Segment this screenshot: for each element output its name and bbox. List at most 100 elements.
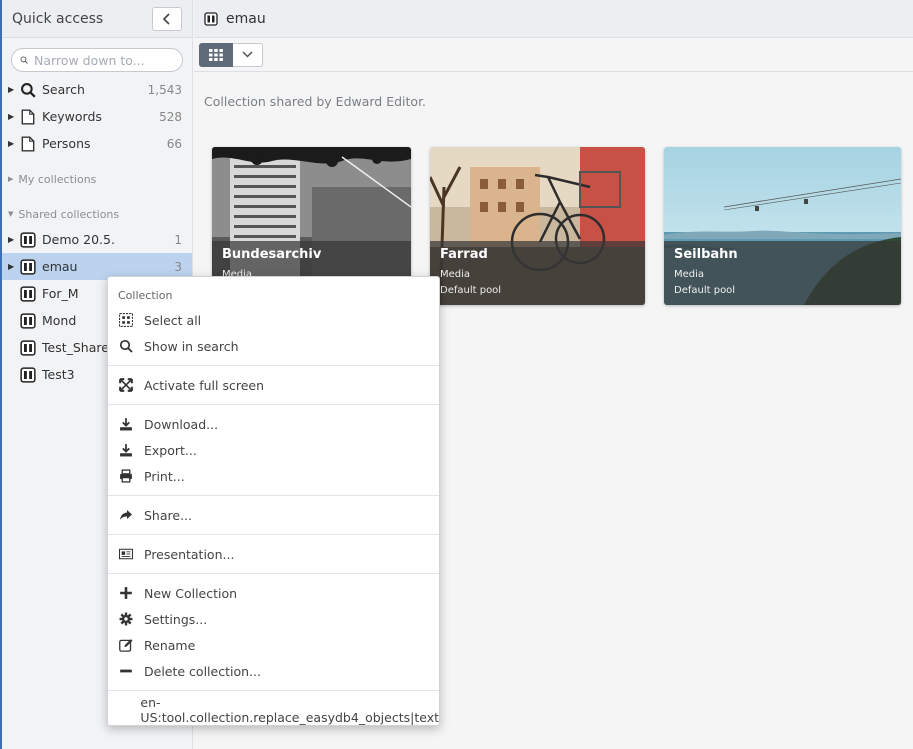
collection-icon bbox=[20, 285, 36, 302]
select-all-icon bbox=[119, 313, 133, 327]
section-label: My collections bbox=[18, 172, 97, 186]
collection-icon bbox=[20, 312, 36, 329]
minus-icon bbox=[120, 669, 132, 673]
menu-item-label: Share... bbox=[144, 507, 192, 523]
document-icon bbox=[21, 108, 35, 125]
card-pool: Default pool bbox=[674, 285, 736, 296]
card-title: Bundesarchiv bbox=[222, 247, 322, 262]
main-header: emau bbox=[194, 0, 913, 38]
menu-item-label: New Collection bbox=[144, 585, 238, 601]
sidebar-title: Quick access bbox=[12, 10, 104, 27]
collection-icon bbox=[20, 258, 36, 275]
print-icon bbox=[120, 469, 132, 483]
menu-item-label: Activate full screen bbox=[144, 377, 264, 393]
menu-item-rename[interactable]: Rename bbox=[108, 634, 439, 656]
collection-title: emau bbox=[226, 10, 266, 27]
card-title: Seilbahn bbox=[674, 247, 738, 262]
card-subtitle: Media bbox=[674, 269, 705, 280]
menu-item-full-screen[interactable]: Activate full screen bbox=[108, 374, 439, 396]
expand-triangle-icon[interactable]: ▶ bbox=[8, 85, 16, 94]
menu-item-label: Download... bbox=[144, 416, 219, 432]
menu-item-label: Show in search bbox=[144, 338, 239, 354]
collection-context-menu: Collection Select all Show in search Act… bbox=[107, 276, 440, 726]
sidebar-item-search[interactable]: ▶ Search 1,543 bbox=[2, 76, 192, 103]
section-label: Shared collections bbox=[18, 207, 120, 221]
collection-icon bbox=[20, 339, 36, 356]
sidebar-collection-demo[interactable]: ▶ Demo 20.5. 1 bbox=[2, 226, 192, 253]
menu-item-label: Export... bbox=[144, 442, 197, 458]
sidebar-item-label: emau bbox=[42, 259, 78, 274]
collection-icon bbox=[20, 231, 36, 248]
sidebar-item-count: 1,543 bbox=[147, 82, 182, 97]
sidebar-item-label: Demo 20.5. bbox=[42, 232, 115, 247]
plus-icon bbox=[120, 587, 132, 599]
sidebar-item-count: 3 bbox=[174, 259, 182, 274]
sidebar-item-keywords[interactable]: ▶ Keywords 528 bbox=[2, 103, 192, 130]
document-icon bbox=[21, 135, 35, 152]
menu-item-print[interactable]: Print... bbox=[108, 465, 439, 487]
menu-item-label: Delete collection... bbox=[144, 663, 261, 679]
sidebar-item-count: 1 bbox=[174, 232, 182, 247]
menu-separator bbox=[108, 404, 439, 405]
expand-triangle-icon[interactable]: ▶ bbox=[8, 262, 16, 271]
grid-icon bbox=[209, 48, 223, 61]
sidebar-header: Quick access bbox=[2, 0, 192, 38]
menu-separator bbox=[108, 690, 439, 691]
menu-item-label: Presentation... bbox=[144, 546, 235, 562]
asset-card-farrad[interactable]: Farrad Media Default pool bbox=[430, 147, 645, 305]
asset-card-seilbahn[interactable]: Seilbahn Media Default pool bbox=[664, 147, 901, 305]
chevron-left-icon bbox=[162, 12, 170, 25]
menu-item-label: Print... bbox=[144, 468, 185, 484]
sidebar-item-persons[interactable]: ▶ Persons 66 bbox=[2, 130, 192, 157]
expand-triangle-icon[interactable]: ▶ bbox=[8, 112, 16, 121]
menu-item-download[interactable]: Download... bbox=[108, 413, 439, 435]
export-icon bbox=[120, 444, 132, 457]
search-icon bbox=[119, 339, 133, 353]
chevron-down-icon bbox=[242, 51, 253, 58]
menu-item-label: en-US:tool.collection.replace_easydb4_ob… bbox=[140, 695, 439, 725]
menu-header: Collection bbox=[118, 289, 173, 302]
menu-item-share[interactable]: Share... bbox=[108, 504, 439, 526]
card-pool: Default pool bbox=[440, 285, 502, 296]
expand-triangle-icon[interactable]: ▶ bbox=[8, 139, 16, 148]
grid-view-button[interactable] bbox=[199, 42, 233, 67]
presentation-icon bbox=[119, 548, 133, 560]
search-icon bbox=[21, 82, 36, 98]
sidebar-item-label: Keywords bbox=[42, 109, 102, 124]
sidebar-item-count: 528 bbox=[159, 109, 182, 124]
fullscreen-icon bbox=[119, 378, 133, 392]
shared-collections-header[interactable]: ▼ Shared collections bbox=[2, 202, 192, 226]
collection-icon bbox=[20, 366, 36, 383]
collapse-sidebar-button[interactable] bbox=[152, 6, 182, 31]
menu-item-new-collection[interactable]: New Collection bbox=[108, 582, 439, 604]
menu-separator bbox=[108, 534, 439, 535]
my-collections-header[interactable]: ▶ My collections bbox=[2, 167, 192, 191]
menu-item-show-in-search[interactable]: Show in search bbox=[108, 335, 439, 357]
card-title: Farrad bbox=[440, 247, 488, 262]
card-caption: Farrad Media Default pool bbox=[430, 241, 645, 305]
card-subtitle: Media bbox=[440, 269, 471, 280]
menu-separator bbox=[108, 573, 439, 574]
menu-item-export[interactable]: Export... bbox=[108, 439, 439, 461]
menu-separator bbox=[108, 365, 439, 366]
menu-item-presentation[interactable]: Presentation... bbox=[108, 543, 439, 565]
collection-icon bbox=[204, 11, 218, 26]
share-icon bbox=[120, 510, 132, 520]
menu-item-label: Settings... bbox=[144, 611, 208, 627]
menu-item-settings[interactable]: Settings... bbox=[108, 608, 439, 630]
expand-triangle-icon[interactable]: ▶ bbox=[8, 235, 16, 244]
menu-item-delete-collection[interactable]: Delete collection... bbox=[108, 660, 439, 682]
sidebar-search-field[interactable] bbox=[11, 48, 183, 72]
expand-triangle-icon[interactable]: ▶ bbox=[8, 175, 13, 183]
menu-item-label: Select all bbox=[144, 312, 202, 328]
sidebar-item-count: 66 bbox=[166, 136, 182, 151]
sidebar-search-input[interactable] bbox=[34, 52, 174, 68]
gear-icon bbox=[119, 612, 133, 626]
collapse-triangle-icon[interactable]: ▼ bbox=[8, 210, 13, 218]
menu-item-replace-objects[interactable]: en-US:tool.collection.replace_easydb4_ob… bbox=[108, 695, 439, 725]
view-options-dropdown[interactable] bbox=[233, 42, 263, 67]
menu-item-select-all[interactable]: Select all bbox=[108, 309, 439, 331]
download-icon bbox=[120, 418, 132, 431]
sidebar-item-label: Persons bbox=[42, 136, 91, 151]
sidebar-item-label: Search bbox=[42, 82, 85, 97]
